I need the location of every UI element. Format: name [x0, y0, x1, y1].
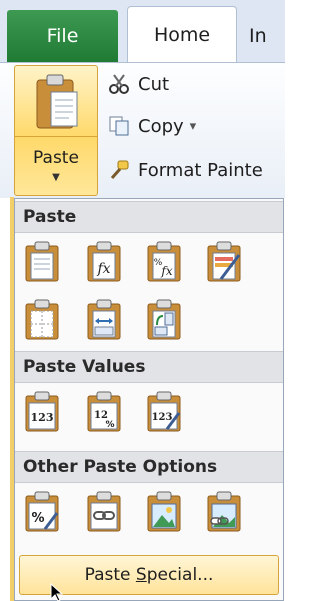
svg-text:%: % — [105, 420, 114, 430]
paste-special-accelerator: S — [135, 565, 147, 585]
section-header-paste-values: Paste Values — [15, 351, 283, 383]
paste-button-label[interactable]: Paste — [15, 148, 97, 168]
scissors-icon — [109, 74, 129, 94]
svg-text:fx: fx — [160, 264, 172, 278]
copy-label: Copy — [138, 115, 184, 137]
paste-special-label-suffix: pecial... — [146, 565, 214, 585]
clipboard-icon — [36, 74, 78, 129]
paste-option-picture[interactable] — [145, 491, 183, 533]
paste-option-paste[interactable] — [23, 241, 61, 283]
formula-icon: fx — [87, 241, 121, 282]
paste-option-keep-column-widths[interactable] — [85, 299, 123, 341]
linked-picture-icon — [207, 491, 241, 532]
format-painter-button[interactable]: Format Painte — [108, 159, 263, 181]
transpose-icon — [147, 299, 181, 340]
percent-paintbrush-icon: % — [25, 491, 59, 532]
chevron-down-icon[interactable]: ▼ — [15, 172, 97, 183]
values-paintbrush-icon: 123 — [147, 391, 181, 432]
paste-split-divider — [15, 136, 97, 137]
clipboard-group: Paste ▼ Cut Copy ▾ Format Painte — [0, 62, 285, 198]
ribbon-tab-bar: File Home In — [0, 0, 285, 63]
copy-dropdown-arrow[interactable]: ▾ — [190, 119, 197, 134]
paste-option-values-number-formatting[interactable]: 12 % — [85, 391, 123, 433]
format-painter-label: Format Painte — [138, 159, 263, 181]
paste-option-linked-picture[interactable] — [205, 491, 243, 533]
paste-option-values[interactable]: 123 — [23, 391, 61, 433]
picture-icon — [147, 491, 181, 532]
paste-icon — [25, 241, 59, 282]
svg-text:123: 123 — [31, 411, 54, 424]
paste-option-values-source-formatting[interactable]: 123 — [145, 391, 183, 433]
paste-option-transpose[interactable] — [145, 299, 183, 341]
paste-special-label-prefix: Paste — [84, 565, 136, 585]
percent-formula-icon: % fx — [147, 241, 181, 282]
tab-home[interactable]: Home — [127, 6, 237, 63]
paste-option-formatting[interactable]: % — [23, 491, 61, 533]
paste-option-formulas[interactable]: fx — [85, 241, 123, 283]
cut-button[interactable]: Cut — [108, 73, 169, 95]
column-widths-icon — [87, 299, 121, 340]
copy-button[interactable]: Copy ▾ — [108, 115, 196, 137]
svg-text:123: 123 — [152, 412, 173, 423]
values-percent-icon: 12 % — [87, 391, 121, 432]
no-borders-icon — [25, 299, 59, 340]
cut-label: Cut — [138, 73, 170, 95]
paste-option-keep-source-formatting[interactable] — [205, 241, 243, 283]
section-header-other-paste-options: Other Paste Options — [15, 451, 283, 483]
tab-file[interactable]: File — [7, 10, 118, 62]
paste-split-button[interactable]: Paste ▼ — [14, 65, 98, 196]
link-icon — [87, 491, 121, 532]
paintbrush-icon — [110, 160, 129, 179]
paste-option-paste-link[interactable] — [85, 491, 123, 533]
svg-text:%: % — [31, 511, 44, 526]
values-123-icon: 123 — [25, 391, 59, 432]
section-header-paste: Paste — [15, 201, 283, 233]
paste-option-formulas-number-formatting[interactable]: % fx — [145, 241, 183, 283]
copy-icon — [109, 116, 129, 136]
paste-option-no-borders[interactable] — [23, 299, 61, 341]
paste-options-menu: Paste fx % fx Paste Values 123 12 % 123 … — [14, 198, 284, 601]
tab-insert[interactable]: In — [249, 10, 267, 62]
paintbrush-paste-icon — [207, 241, 241, 282]
svg-text:fx: fx — [96, 261, 110, 277]
mouse-pointer-icon — [50, 583, 64, 601]
